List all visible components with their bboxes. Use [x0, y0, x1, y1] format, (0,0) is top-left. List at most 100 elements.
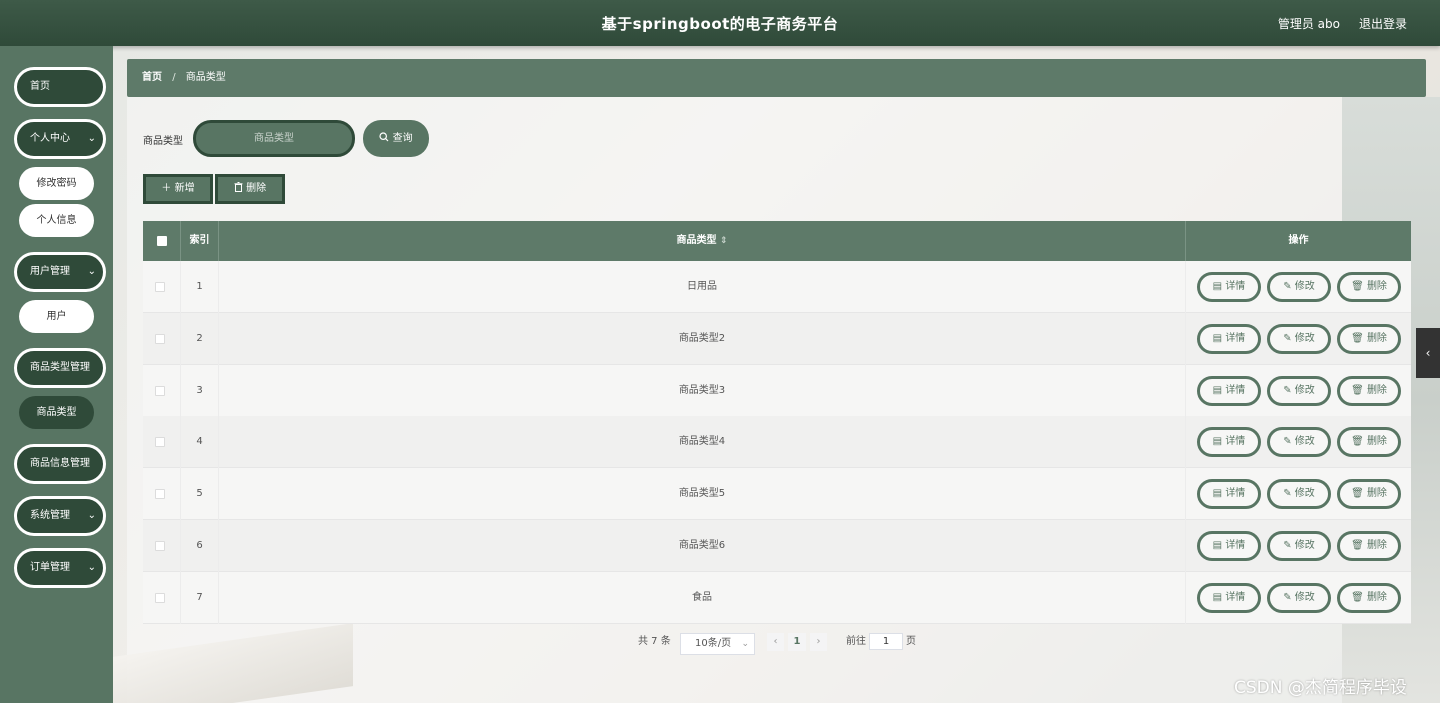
edit-icon: ✎	[1283, 436, 1295, 448]
sidebar-item-category-management[interactable]: 商品类型管理	[14, 348, 106, 388]
document-icon: ▤	[1212, 332, 1226, 344]
edit-button[interactable]: ✎ 修改	[1267, 323, 1331, 354]
breadcrumb-home[interactable]: 首页	[142, 72, 162, 83]
detail-button[interactable]: ▤ 详情	[1197, 479, 1261, 510]
column-header-category[interactable]: 商品类型 ⇕	[219, 221, 1186, 261]
edit-icon: ✎	[1283, 281, 1295, 292]
sidebar-item-personal-info[interactable]: 个人信息	[19, 204, 94, 237]
trash-icon: 🗑︎	[1351, 540, 1367, 551]
edit-button[interactable]: ✎ 修改	[1267, 427, 1331, 458]
batch-delete-button[interactable]: 删除	[215, 174, 285, 204]
add-button[interactable]: ＋ 新增	[143, 174, 213, 204]
detail-button[interactable]: ▤ 详情	[1197, 582, 1261, 613]
goto-label: 前往	[846, 636, 866, 647]
page-suffix: 页	[906, 636, 916, 647]
row-checkbox[interactable]	[155, 437, 165, 448]
sort-icon[interactable]: ⇕	[720, 236, 728, 246]
detail-button[interactable]: ▤ 详情	[1197, 323, 1261, 354]
sidebar-item-change-password[interactable]: 修改密码	[19, 167, 94, 200]
edit-icon: ✎	[1283, 332, 1295, 344]
row-category: 商品类型5	[219, 468, 1186, 521]
watermark: CSDN @杰简程序毕设	[1234, 678, 1407, 698]
sidebar-item-user-management[interactable]: 用户管理 ⌄	[14, 252, 106, 292]
breadcrumb-current: 商品类型	[185, 72, 226, 83]
detail-button-label: 详情	[1225, 540, 1246, 551]
document-icon: ▤	[1212, 488, 1226, 500]
table-row: 4 商品类型4 ▤ 详情 ✎ 修改 🗑︎ 删除	[143, 416, 1411, 469]
sidebar-item-category[interactable]: 商品类型	[19, 396, 94, 429]
detail-button[interactable]: ▤ 详情	[1197, 427, 1261, 458]
sidebar-item-label: 商品信息管理	[30, 458, 90, 469]
row-checkbox[interactable]	[155, 282, 165, 292]
row-category: 商品类型3	[219, 364, 1186, 417]
edit-button[interactable]: ✎ 修改	[1267, 531, 1331, 561]
sidebar-item-order-management[interactable]: 订单管理 ⌄	[14, 548, 106, 588]
prev-page-button[interactable]: ‹	[767, 633, 784, 651]
delete-button[interactable]: 🗑︎ 删除	[1337, 323, 1401, 354]
sidebar-item-product-management[interactable]: 商品信息管理	[14, 444, 106, 484]
sidebar-item-home[interactable]: 首页	[14, 67, 106, 107]
detail-button-label: 详情	[1225, 488, 1246, 500]
detail-button[interactable]: ▤ 详情	[1197, 375, 1261, 406]
delete-button[interactable]: 🗑︎ 删除	[1337, 272, 1401, 302]
select-all-checkbox[interactable]	[157, 236, 167, 246]
edit-button[interactable]: ✎ 修改	[1267, 582, 1331, 613]
row-actions: ▤ 详情 ✎ 修改 🗑︎ 删除	[1186, 261, 1411, 313]
table-row: 1 日用品 ▤ 详情 ✎ 修改 🗑︎ 删除	[143, 261, 1411, 313]
edit-button-label: 修改	[1294, 488, 1315, 500]
sidebar-item-system-management[interactable]: 系统管理 ⌄	[14, 496, 106, 536]
row-select-cell	[143, 312, 181, 365]
chevron-down-icon: ⌄	[87, 266, 96, 277]
select-all-cell	[143, 221, 181, 261]
row-category: 商品类型2	[219, 312, 1186, 365]
row-category: 商品类型6	[219, 520, 1186, 572]
row-actions: ▤ 详情 ✎ 修改 🗑︎ 删除	[1186, 468, 1411, 520]
sidebar-item-label: 个人中心	[30, 133, 70, 144]
goto-page-input[interactable]: 1	[869, 633, 903, 650]
delete-button[interactable]: 🗑︎ 删除	[1337, 479, 1401, 510]
table-header: 索引 商品类型 ⇕ 操作	[143, 221, 1411, 261]
row-select-cell	[143, 364, 181, 417]
row-select-cell	[143, 468, 181, 521]
chevron-left-icon[interactable]: ‹	[1416, 328, 1440, 378]
row-checkbox[interactable]	[155, 333, 165, 344]
row-checkbox[interactable]	[155, 385, 165, 396]
delete-button-label: 删除	[1366, 436, 1387, 448]
search-button[interactable]: 查询	[363, 120, 429, 157]
chevron-down-icon: ⌄	[87, 562, 96, 573]
detail-button-label: 详情	[1225, 384, 1246, 396]
edit-button[interactable]: ✎ 修改	[1267, 375, 1331, 406]
edit-icon: ✎	[1283, 540, 1295, 551]
row-category: 商品类型4	[219, 416, 1186, 469]
search-input[interactable]	[193, 120, 355, 157]
next-page-button[interactable]: ›	[810, 633, 827, 651]
page-size-value: 10条/页	[695, 638, 732, 649]
row-index: 6	[181, 520, 219, 572]
detail-button[interactable]: ▤ 详情	[1197, 531, 1261, 561]
edit-icon: ✎	[1283, 591, 1295, 603]
delete-button[interactable]: 🗑︎ 删除	[1337, 375, 1401, 406]
row-checkbox[interactable]	[155, 489, 165, 500]
sidebar-item-label: 商品类型管理	[30, 362, 90, 373]
row-checkbox[interactable]	[155, 541, 165, 551]
chevron-down-icon: ⌄	[87, 510, 96, 521]
delete-button[interactable]: 🗑︎ 删除	[1337, 427, 1401, 458]
detail-button[interactable]: ▤ 详情	[1197, 272, 1261, 302]
detail-button-label: 详情	[1225, 332, 1246, 344]
page-number-1[interactable]: 1	[788, 633, 806, 651]
row-checkbox[interactable]	[155, 592, 165, 603]
search-icon	[379, 132, 389, 142]
delete-button[interactable]: 🗑︎ 删除	[1337, 582, 1401, 613]
edit-button[interactable]: ✎ 修改	[1267, 272, 1331, 302]
sidebar-item-user[interactable]: 用户	[19, 300, 94, 333]
sidebar-item-personal-center[interactable]: 个人中心 ⌄	[14, 119, 106, 159]
document-icon: ▤	[1212, 591, 1226, 603]
logout-link[interactable]: 退出登录	[1359, 15, 1407, 32]
table-row: 6 商品类型6 ▤ 详情 ✎ 修改 🗑︎ 删除	[143, 520, 1411, 572]
edit-button[interactable]: ✎ 修改	[1267, 479, 1331, 510]
page-size-select[interactable]: 10条/页 ⌄	[680, 633, 755, 655]
delete-button-label: 删除	[246, 183, 267, 194]
table-row: 7 食品 ▤ 详情 ✎ 修改 🗑︎ 删除	[143, 571, 1411, 624]
sidebar-item-label: 用户管理	[30, 266, 70, 277]
delete-button[interactable]: 🗑︎ 删除	[1337, 531, 1401, 561]
